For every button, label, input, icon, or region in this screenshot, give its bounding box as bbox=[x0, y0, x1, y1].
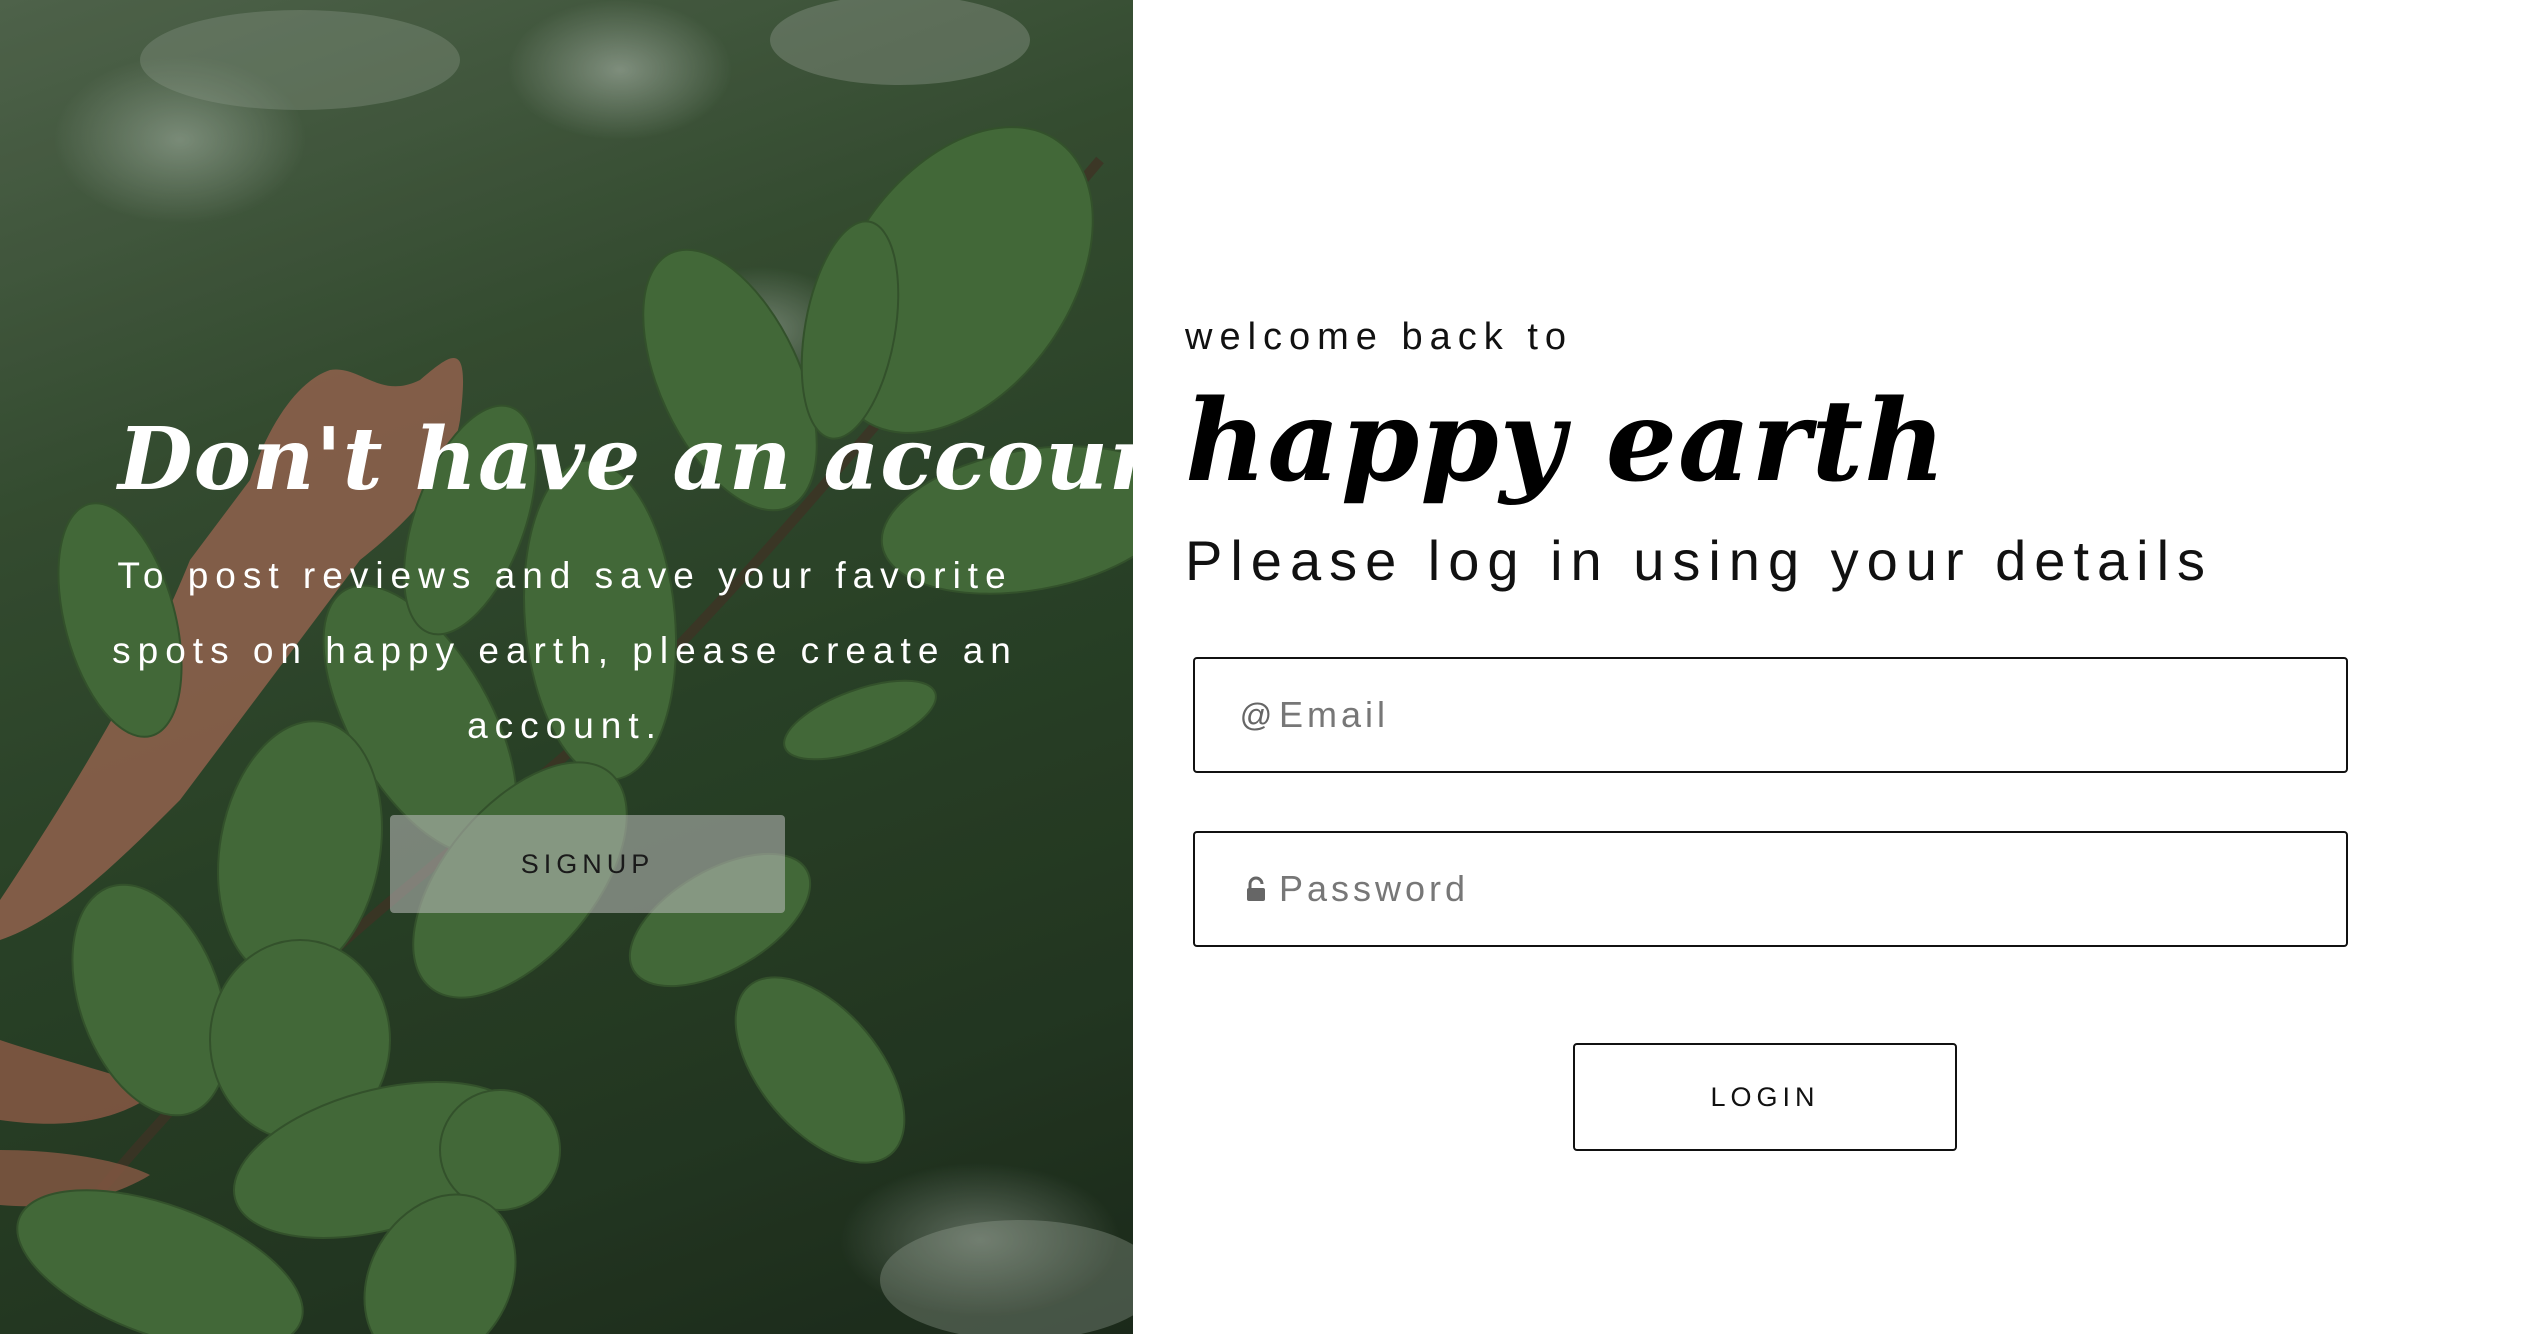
email-field[interactable]: @ bbox=[1193, 657, 2348, 773]
login-panel: welcome back to happy earth Please log i… bbox=[1133, 0, 2548, 1334]
signup-title: Don't have an account? bbox=[118, 409, 1133, 510]
password-input[interactable] bbox=[1277, 858, 2281, 920]
lock-icon bbox=[1241, 876, 1271, 902]
at-icon: @ bbox=[1239, 696, 1273, 733]
login-button[interactable]: LOGIN bbox=[1573, 1043, 1957, 1151]
brand-title: happy earth bbox=[1185, 376, 1947, 507]
signup-panel: Don't have an account? To post reviews a… bbox=[0, 0, 1133, 1334]
email-input[interactable] bbox=[1277, 684, 2281, 746]
password-field[interactable] bbox=[1193, 831, 2348, 947]
login-instructions: Please log in using your details bbox=[1185, 529, 2214, 592]
signup-description: To post reviews and save your favorite s… bbox=[112, 555, 1018, 746]
signup-button[interactable]: SIGNUP bbox=[390, 815, 785, 913]
welcome-text: welcome back to bbox=[1185, 316, 1574, 358]
signup-prompt: Don't have an account? To post reviews a… bbox=[0, 0, 1133, 1334]
